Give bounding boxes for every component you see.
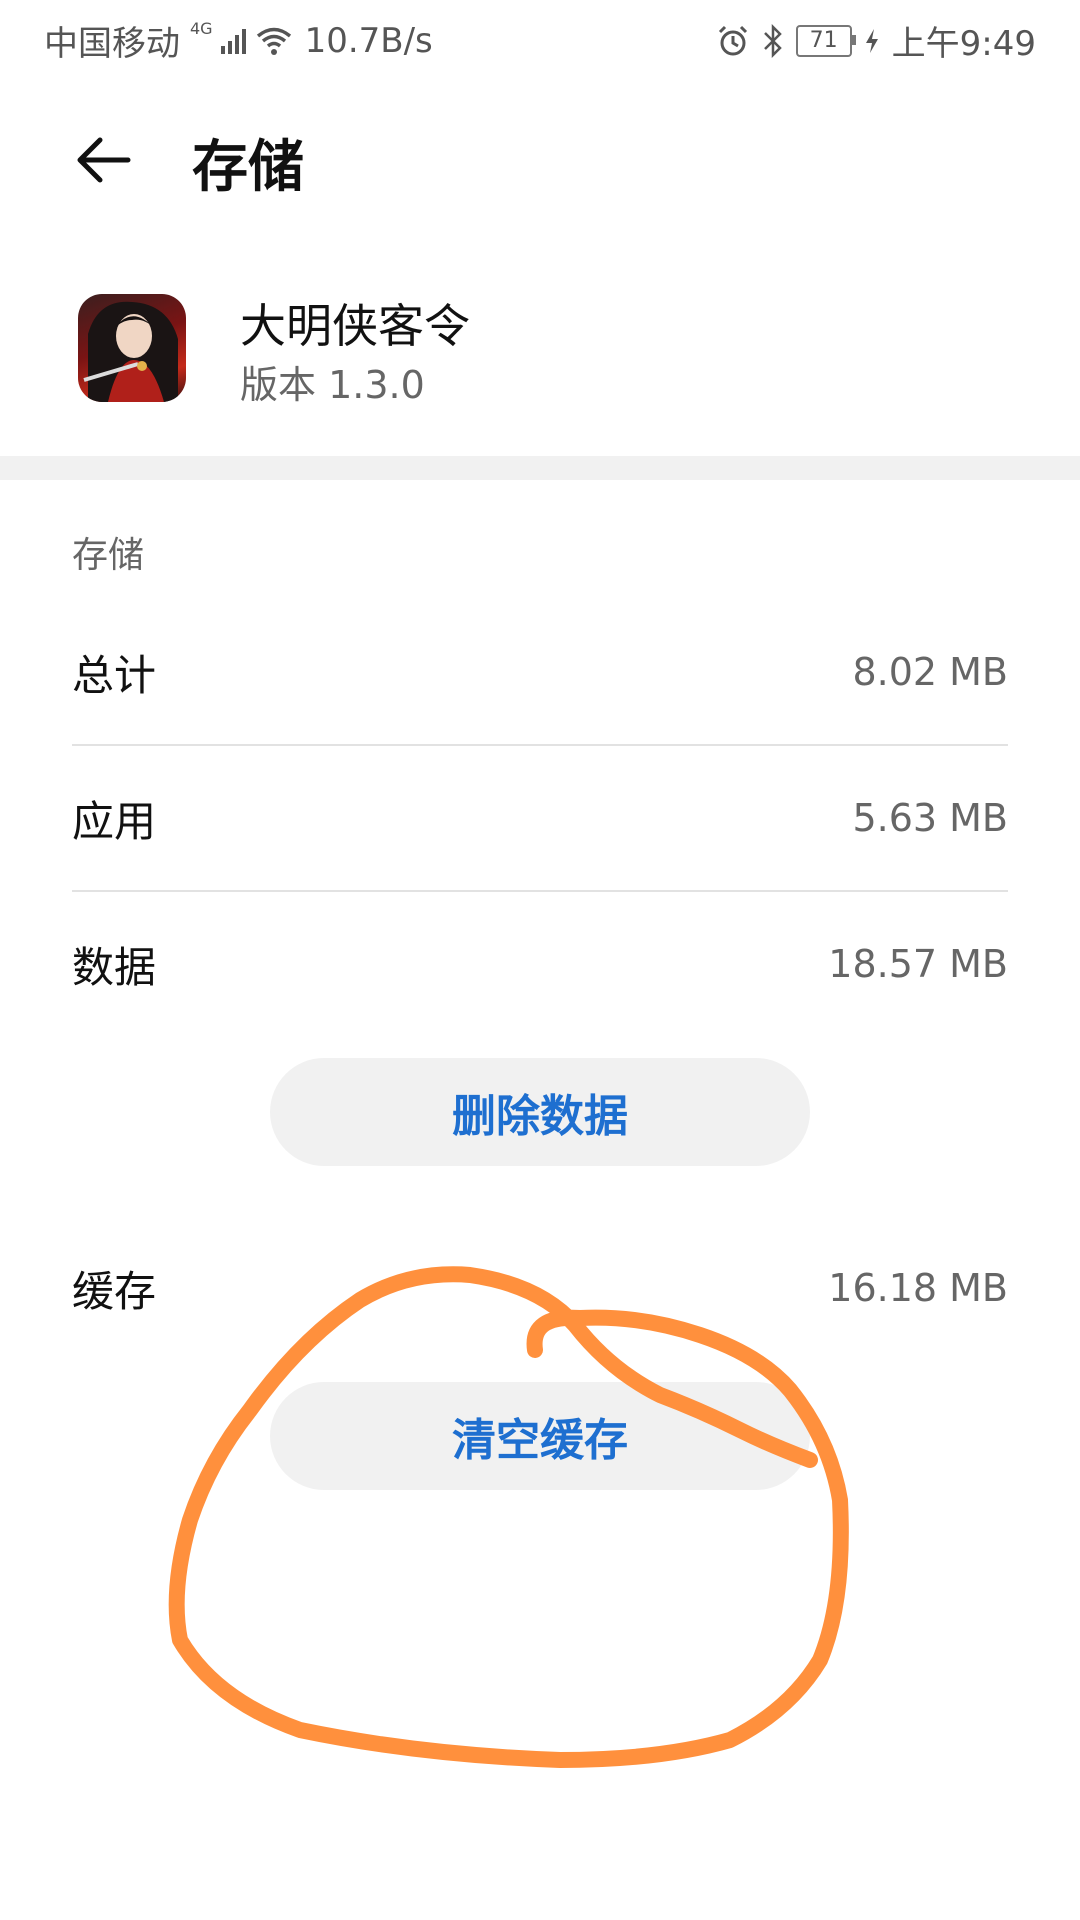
storage-settings-screen: 中国移动 4G 10.7B/s 71 上午9:49 存储 大明侠客令 版本 1.… [0, 0, 1080, 1920]
network-type: 4G [190, 19, 213, 38]
battery-icon: 71 [795, 24, 856, 57]
app-icon-artwork [83, 301, 178, 402]
status-left: 中国移动 4G 10.7B/s [44, 16, 433, 65]
data-row: 数据 18.57 MB [72, 892, 1008, 1036]
cache-label: 缓存 [72, 1266, 157, 1316]
network-speed: 10.7B/s [304, 20, 433, 61]
app-version: 版本 1.3.0 [240, 363, 425, 407]
wifi-icon [256, 27, 291, 55]
page-title: 存储 [192, 135, 304, 200]
battery-level: 71 [809, 28, 838, 53]
alarm-icon [718, 25, 747, 55]
data-value: 18.57 MB [828, 942, 1008, 986]
carrier-name: 中国移动 [44, 24, 180, 64]
app-bar: 存储 [0, 110, 1080, 210]
status-bar: 中国移动 4G 10.7B/s 71 上午9:49 [0, 0, 1080, 76]
data-label: 数据 [72, 942, 157, 992]
total-value: 8.02 MB [852, 650, 1008, 694]
status-right: 71 上午9:49 [716, 16, 1036, 65]
signal-icon [220, 28, 246, 54]
total-row: 总计 8.02 MB [72, 600, 1008, 746]
bluetooth-icon [763, 23, 782, 58]
app-size-row: 应用 5.63 MB [72, 746, 1008, 892]
app-info: 大明侠客令 版本 1.3.0 [0, 290, 1080, 420]
app-icon [78, 294, 186, 402]
total-label: 总计 [72, 650, 157, 700]
cache-row: 缓存 16.18 MB [72, 1216, 1008, 1360]
app-name: 大明侠客令 [240, 299, 470, 353]
storage-section-label: 存储 [72, 535, 145, 576]
back-arrow-icon[interactable] [72, 128, 136, 192]
delete-data-button[interactable]: 删除数据 [270, 1058, 810, 1166]
app-size-value: 5.63 MB [852, 796, 1008, 840]
clock: 上午9:49 [891, 24, 1036, 64]
cache-value: 16.18 MB [828, 1266, 1008, 1310]
clear-cache-button[interactable]: 清空缓存 [270, 1382, 810, 1490]
charging-icon [865, 28, 878, 53]
section-divider [0, 456, 1080, 480]
app-size-label: 应用 [72, 796, 157, 846]
